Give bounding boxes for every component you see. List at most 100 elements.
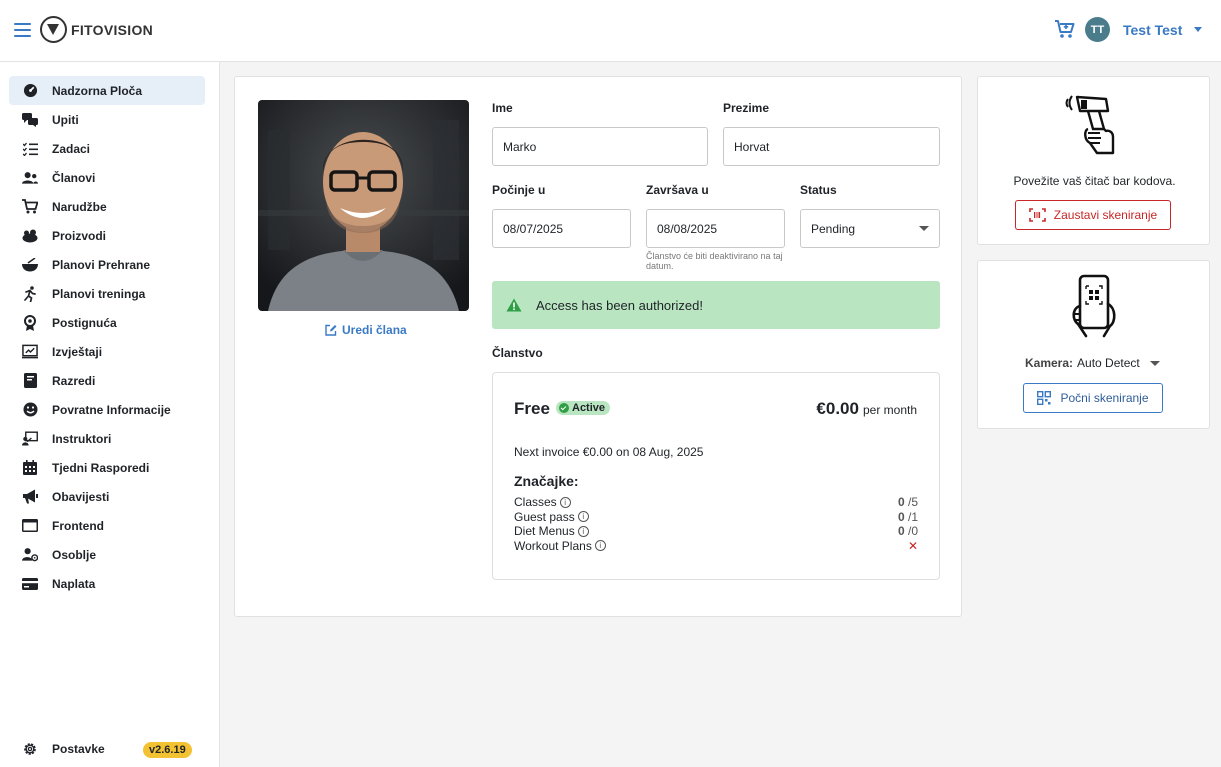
sidebar-item-label: Planovi treninga bbox=[52, 286, 146, 301]
report-icon bbox=[22, 344, 38, 360]
first-name-field[interactable] bbox=[492, 127, 708, 166]
sidebar-item-label: Proizvodi bbox=[52, 228, 107, 243]
info-icon[interactable]: i bbox=[577, 525, 589, 537]
end-date-hint: Članstvo će biti deaktivirano na taj dat… bbox=[646, 251, 783, 271]
sidebar-item-label: Izvještaji bbox=[52, 344, 103, 359]
sidebar-item-diet-plans[interactable]: Planovi Prehrane bbox=[9, 250, 205, 279]
sidebar-item-label: Upiti bbox=[52, 112, 79, 127]
stop-scanning-label: Zaustavi skeniranje bbox=[1053, 208, 1158, 222]
last-name-field[interactable] bbox=[723, 127, 940, 166]
sidebar-item-frontend[interactable]: Frontend bbox=[9, 511, 205, 540]
barcode-scanner-icon bbox=[1065, 95, 1115, 155]
feature-name: Classes bbox=[514, 495, 557, 510]
cart-icon[interactable] bbox=[1054, 19, 1076, 39]
menu-icon[interactable] bbox=[14, 23, 31, 37]
sidebar-item-achievements[interactable]: Postignuća bbox=[9, 308, 205, 337]
camera-scanner-card: Kamera: Auto Detect Počni skeniranje bbox=[977, 260, 1210, 429]
sidebar-item-tasks[interactable]: Zadaci bbox=[9, 134, 205, 163]
sidebar-item-training-plans[interactable]: Planovi treninga bbox=[9, 279, 205, 308]
chevron-down-icon[interactable] bbox=[1194, 27, 1202, 32]
plan-name: Free bbox=[514, 399, 550, 418]
bowl-icon bbox=[22, 257, 38, 273]
first-name-label: Ime bbox=[492, 101, 513, 115]
dashboard-icon bbox=[22, 83, 38, 99]
chevron-down-icon bbox=[919, 226, 929, 231]
logo-mark-icon bbox=[40, 16, 67, 43]
last-name-label: Prezime bbox=[723, 101, 770, 115]
list-item: Classes i 0 /5 bbox=[514, 495, 918, 510]
edit-icon bbox=[325, 324, 337, 336]
smiley-icon bbox=[22, 402, 38, 418]
barcode-scanner-card: Povežite vaš čitač bar kodova. Zaustavi … bbox=[977, 76, 1210, 245]
camera-select[interactable]: Kamera: Auto Detect bbox=[1025, 356, 1160, 370]
feature-name: Diet Menus bbox=[514, 524, 575, 539]
feature-name: Workout Plans bbox=[514, 538, 592, 553]
stop-scanning-button[interactable]: Zaustavi skeniranje bbox=[1015, 200, 1171, 230]
close-icon: ✕ bbox=[907, 538, 918, 553]
sidebar-item-label: Zadaci bbox=[52, 141, 91, 156]
end-date-field[interactable] bbox=[646, 209, 785, 248]
checklist-icon bbox=[22, 141, 38, 157]
sidebar-item-label: Narudžbe bbox=[52, 199, 107, 214]
feature-usage: 0 /0 bbox=[897, 524, 918, 539]
edit-member-link[interactable]: Uredi člana bbox=[325, 323, 407, 337]
users-icon bbox=[22, 170, 38, 186]
sidebar-item-label: Članovi bbox=[52, 170, 96, 185]
sidebar-item-reports[interactable]: Izvještaji bbox=[9, 337, 205, 366]
list-item: Workout Plans i ✕ bbox=[514, 539, 918, 554]
warning-icon bbox=[506, 298, 522, 312]
sidebar: Nadzorna Ploča Upiti Zadaci Članovi Naru… bbox=[0, 62, 220, 767]
info-icon[interactable]: i bbox=[559, 496, 571, 508]
products-icon bbox=[22, 228, 38, 244]
instructor-icon bbox=[22, 431, 38, 447]
sidebar-item-label: Povratne Informacije bbox=[52, 402, 171, 417]
alert-message: Access has been authorized! bbox=[536, 297, 703, 313]
sidebar-item-notifications[interactable]: Obavijesti bbox=[9, 482, 205, 511]
sidebar-item-products[interactable]: Proizvodi bbox=[9, 221, 205, 250]
features-list: Classes i 0 /5 Guest pass i 0 /1 Diet Menu… bbox=[514, 495, 918, 553]
sidebar-item-staff[interactable]: Osoblje bbox=[9, 540, 205, 569]
list-item: Diet Menus i 0 /0 bbox=[514, 524, 918, 539]
price-period: per month bbox=[862, 403, 917, 417]
sidebar-item-members[interactable]: Članovi bbox=[9, 163, 205, 192]
logo[interactable]: FITOVISION bbox=[40, 16, 153, 43]
feature-name: Guest pass bbox=[514, 509, 575, 524]
version-badge: v2.6.19 bbox=[143, 742, 192, 758]
start-scanning-button[interactable]: Počni skeniranje bbox=[1023, 383, 1163, 413]
info-icon[interactable]: i bbox=[594, 540, 606, 552]
sidebar-item-settings[interactable]: Postavke bbox=[22, 741, 105, 757]
info-icon[interactable]: i bbox=[577, 511, 589, 523]
sidebar-item-label: Obavijesti bbox=[52, 489, 110, 504]
plan-price: €0.00 per month bbox=[816, 399, 917, 419]
feature-usage: 0 /1 bbox=[897, 509, 918, 524]
book-icon bbox=[22, 373, 38, 389]
start-date-field[interactable] bbox=[492, 209, 631, 248]
brand-name: FITOVISION bbox=[71, 21, 154, 38]
sidebar-item-billing[interactable]: Naplata bbox=[9, 569, 205, 598]
phone-qr-icon bbox=[1072, 274, 1116, 338]
staff-icon bbox=[22, 547, 38, 563]
user-name[interactable]: Test Test bbox=[1123, 22, 1182, 38]
chat-icon bbox=[22, 112, 38, 128]
access-alert: Access has been authorized! bbox=[492, 281, 940, 329]
avatar[interactable]: TT bbox=[1085, 17, 1110, 42]
sidebar-item-inquiries[interactable]: Upiti bbox=[9, 105, 205, 134]
sidebar-item-label: Nadzorna Ploča bbox=[52, 83, 143, 98]
member-photo bbox=[258, 100, 469, 311]
top-bar: FITOVISION TT Test Test bbox=[0, 0, 1221, 62]
sidebar-item-classes[interactable]: Razredi bbox=[9, 366, 205, 395]
sidebar-item-weekly-schedules[interactable]: Tjedni Rasporedi bbox=[9, 453, 205, 482]
sidebar-item-instructors[interactable]: Instruktori bbox=[9, 424, 205, 453]
sidebar-item-dashboard[interactable]: Nadzorna Ploča bbox=[9, 76, 205, 105]
end-date-label: Završava u bbox=[646, 183, 709, 197]
membership-title: Članstvo bbox=[492, 346, 543, 360]
status-select[interactable]: Pending bbox=[800, 209, 940, 248]
camera-label: Kamera: bbox=[1025, 356, 1074, 370]
sidebar-item-orders[interactable]: Narudžbe bbox=[9, 192, 205, 221]
edit-member-label: Uredi člana bbox=[342, 323, 407, 337]
sidebar-nav: Nadzorna Ploča Upiti Zadaci Članovi Naru… bbox=[9, 76, 205, 598]
calendar-icon bbox=[22, 460, 38, 476]
sidebar-item-feedback[interactable]: Povratne Informacije bbox=[9, 395, 205, 424]
member-card: Uredi člana Ime Prezime Počinje u Završa… bbox=[234, 76, 962, 617]
sidebar-item-label: Planovi Prehrane bbox=[52, 257, 151, 272]
